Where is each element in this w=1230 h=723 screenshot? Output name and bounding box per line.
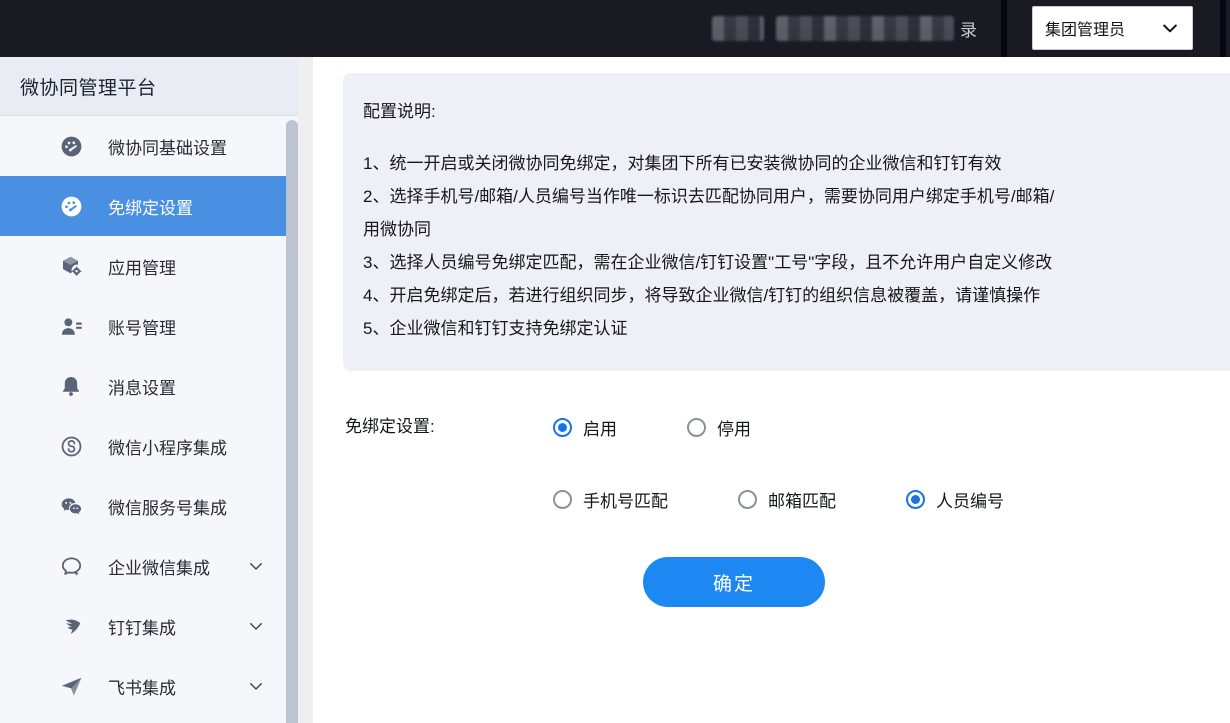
radio-label: 停用 (717, 419, 751, 439)
redacted-username: 录 (712, 0, 977, 57)
chevron-down-icon (1160, 18, 1180, 38)
radio-label: 手机号匹配 (583, 491, 668, 511)
wechat-icon (58, 493, 84, 519)
bell-icon (58, 373, 84, 399)
notice-line: 用微协同 (363, 220, 431, 239)
sidebar-menu: 微协同基础设置 免绑定设置应用管理账号管理消息设置微信小程序集成 微信服务号集成 企业… (0, 116, 286, 716)
confirm-button[interactable]: 确定 (643, 557, 825, 607)
sidebar-scrollbar-thumb[interactable] (286, 120, 298, 723)
role-select-dropdown[interactable]: 集团管理员 (1032, 6, 1193, 50)
redaction-mosaic (712, 16, 764, 41)
sidebar-scrollbar-track (298, 57, 313, 723)
match-option-1[interactable]: 邮箱匹配 (738, 487, 836, 512)
sidebar-item-label: 企业微信集成 (108, 558, 210, 578)
wework-icon (58, 553, 84, 579)
main-content: 配置说明: 1、统一开启或关闭微协同免绑定，对集团下所有已安装微协同的企业微信和… (313, 57, 1230, 723)
sidebar-item-wechat-miniprogram-integration[interactable]: 微信小程序集成 (0, 416, 286, 476)
topbar: 录 集团管理员 (0, 0, 1230, 57)
app-cube-icon (58, 253, 84, 279)
sidebar-item-label: 微信服务号集成 (108, 498, 227, 518)
sidebar-item-wechat-service-account-integration[interactable]: 微信服务号集成 (0, 476, 286, 536)
radio-label: 人员编号 (936, 491, 1004, 511)
sidebar-item-message-settings[interactable]: 消息设置 (0, 356, 286, 416)
notice-line: 4、开启免绑定后，若进行组织同步，将导致企业微信/钉钉的组织信息被覆盖，请谨慎操… (363, 286, 1041, 305)
enable-radio-group: 启用 停用 (553, 413, 751, 441)
notice-line: 2、选择手机号/邮箱/人员编号当作唯一标识去匹配协同用户，需要协同用户绑定手机号… (363, 187, 1055, 206)
sidebar-item-label: 消息设置 (108, 378, 176, 398)
sidebar-item-feishu-integration[interactable]: 飞书集成 (0, 656, 286, 716)
enable-option-0[interactable]: 启用 (553, 415, 617, 440)
sidebar-item-label: 微信小程序集成 (108, 438, 227, 458)
dashboard-icon (58, 133, 84, 159)
notice-lines: 1、统一开启或关闭微协同免绑定，对集团下所有已安装微协同的企业微信和钉钉有效 2、… (363, 147, 1230, 345)
dingtalk-icon (58, 613, 84, 639)
sidebar-item-label: 钉钉集成 (108, 618, 176, 638)
notice-line: 5、企业微信和钉钉支持免绑定认证 (363, 319, 628, 338)
radio-label: 启用 (583, 419, 617, 439)
radio-icon (553, 417, 572, 437)
match-option-0[interactable]: 手机号匹配 (553, 487, 668, 512)
topbar-divider-right (1220, 0, 1226, 57)
feishu-icon (58, 673, 84, 699)
notice-line: 3、选择人员编号免绑定匹配，需在企业微信/钉钉设置"工号"字段，且不允许用户自定… (363, 253, 1053, 272)
sidebar-item-label: 微协同基础设置 (108, 138, 227, 158)
role-select-value: 集团管理员 (1045, 22, 1126, 39)
sidebar-item-label: 免绑定设置 (108, 198, 193, 218)
enable-option-1[interactable]: 停用 (687, 415, 751, 440)
miniprogram-icon (58, 433, 84, 459)
radio-icon (738, 489, 757, 509)
unbind-setting-label: 免绑定设置: (345, 417, 435, 436)
radio-icon (687, 417, 706, 437)
app-title: 微协同管理平台 (0, 57, 298, 116)
sidebar-item-wecollab-basic-settings[interactable]: 微协同基础设置 (0, 116, 286, 176)
radio-icon (553, 489, 572, 509)
notice-title: 配置说明: (363, 102, 436, 121)
sidebar-item-account-management[interactable]: 账号管理 (0, 296, 286, 356)
notice-line: 1、统一开启或关闭微协同免绑定，对集团下所有已安装微协同的企业微信和钉钉有效 (363, 154, 1002, 173)
sidebar-item-label: 账号管理 (108, 318, 176, 338)
sidebar-item-dingtalk-integration[interactable]: 钉钉集成 (0, 596, 286, 656)
sidebar-item-app-management[interactable]: 应用管理 (0, 236, 286, 296)
sidebar-item-wework-integration[interactable]: 企业微信集成 (0, 536, 286, 596)
sidebar-item-label: 飞书集成 (108, 678, 176, 698)
sidebar-item-unbind-settings[interactable]: 免绑定设置 (0, 176, 286, 236)
account-icon (58, 313, 84, 339)
match-radio-group: 手机号匹配 邮箱匹配 人员编号 (553, 485, 1004, 513)
redaction-mosaic (776, 16, 954, 41)
topbar-divider (1001, 0, 1007, 57)
chevron-down-icon (247, 557, 265, 575)
chevron-down-icon (247, 617, 265, 635)
redacted-username-suffix: 录 (960, 21, 977, 40)
match-option-2[interactable]: 人员编号 (906, 487, 1004, 512)
config-notice-panel: 配置说明: 1、统一开启或关闭微协同免绑定，对集团下所有已安装微协同的企业微信和… (343, 73, 1230, 371)
sidebar-item-label: 应用管理 (108, 258, 176, 278)
chevron-down-icon (247, 677, 265, 695)
dashboard-icon (58, 193, 84, 219)
radio-label: 邮箱匹配 (768, 491, 836, 511)
sidebar: 微协同管理平台 微协同基础设置 免绑定设置应用管理账号管理消息设置微信小程序集成微… (0, 57, 313, 723)
radio-icon (906, 489, 925, 509)
